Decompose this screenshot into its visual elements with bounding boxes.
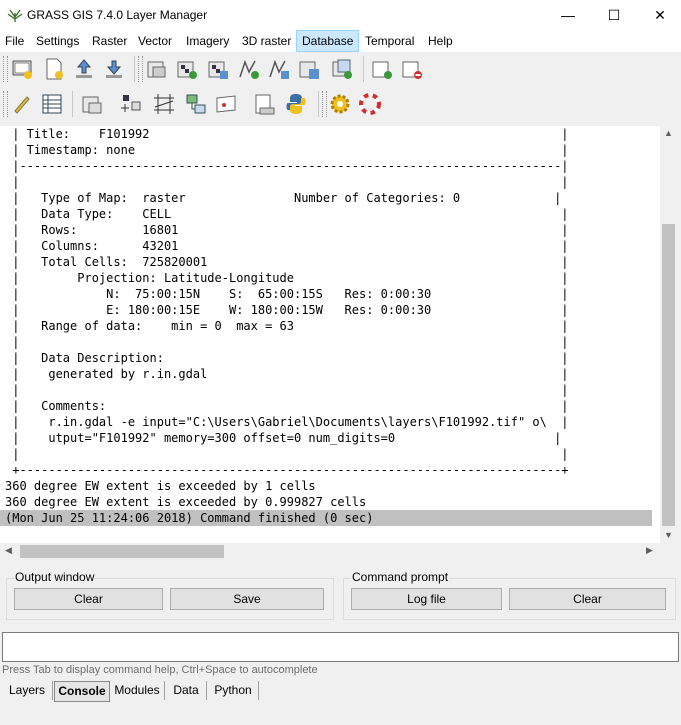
menu-temporal[interactable]: Temporal <box>360 30 419 52</box>
console-lines: | Title: F101992 | | Timestamp: none | |… <box>0 126 660 510</box>
load-map-icon[interactable] <box>70 55 98 83</box>
tab-modules[interactable]: Modules <box>110 681 165 700</box>
console-line: | E: 180:00:15E W: 180:00:15W Res: 0:00:… <box>5 303 569 317</box>
scroll-up-icon[interactable]: ▲ <box>664 128 673 138</box>
console-line: | Data Description: | <box>5 351 569 365</box>
log-file-button[interactable]: Log file <box>351 588 502 610</box>
menu-settings[interactable]: Settings <box>31 30 84 52</box>
console-line: | Total Cells: 725820001 | <box>5 255 569 269</box>
menu-file[interactable]: File <box>0 30 29 52</box>
map-display-icon[interactable] <box>78 90 106 118</box>
toolbar-separator <box>72 91 73 117</box>
title-bar: GRASS GIS 7.4.0 Layer Manager — ☐ ✕ <box>0 0 681 30</box>
vertical-scroll-thumb[interactable] <box>662 224 675 526</box>
console-line: 360 degree EW extent is exceeded by 0.99… <box>5 495 367 509</box>
tab-data[interactable]: Data <box>166 681 207 700</box>
add-rgb-icon[interactable] <box>204 55 232 83</box>
add-vector-icon[interactable] <box>235 55 263 83</box>
console-line: |---------------------------------------… <box>5 159 569 173</box>
menu-3d-raster[interactable]: 3D raster <box>237 30 296 52</box>
output-window-label: Output window <box>14 570 96 584</box>
tab-console[interactable]: Console <box>54 681 110 702</box>
new-workspace-icon[interactable] <box>9 55 37 83</box>
command-hint: Press Tab to display command help, Ctrl+… <box>2 664 318 676</box>
console-line: | r.in.gdal -e input="C:\Users\Gabriel\D… <box>5 415 569 429</box>
console-line: | | <box>5 175 569 189</box>
scroll-right-icon[interactable]: ▶ <box>646 545 653 556</box>
console-line: | Comments: | <box>5 399 569 413</box>
script-icon[interactable] <box>250 90 278 118</box>
add-group-icon[interactable] <box>368 55 396 83</box>
console-line: | | <box>5 447 569 461</box>
toolbar-layers <box>0 52 430 86</box>
toolbar-separator <box>318 91 319 117</box>
console-line: | | <box>5 335 569 349</box>
menu-imagery[interactable]: Imagery <box>181 30 234 52</box>
add-raster-icon[interactable] <box>143 55 171 83</box>
menu-help[interactable]: Help <box>423 30 458 52</box>
horizontal-scrollbar[interactable]: ◀ ▶ <box>0 543 660 560</box>
console-line: +---------------------------------------… <box>5 463 569 477</box>
minimize-button[interactable]: — <box>545 0 591 30</box>
remove-layer-icon[interactable] <box>398 55 426 83</box>
window-title: GRASS GIS 7.4.0 Layer Manager <box>27 8 208 22</box>
toolbar-separator <box>363 56 364 82</box>
modeler-icon[interactable] <box>182 90 210 118</box>
console-line: | Rows: 16801 | <box>5 223 569 237</box>
console-finished-line: (Mon Jun 25 11:24:06 2018) Command finis… <box>0 510 652 526</box>
add-multiple-raster-icon[interactable] <box>173 55 201 83</box>
console-line: | | <box>5 383 569 397</box>
scroll-down-icon[interactable]: ▼ <box>664 530 673 540</box>
menu-bar: File Settings Raster Vector Imagery 3D r… <box>0 30 681 52</box>
console-line: | Range of data: min = 0 max = 63 | <box>5 319 569 333</box>
console-line: | Columns: 43201 | <box>5 239 569 253</box>
help-icon[interactable] <box>356 90 384 118</box>
grass-logo-icon <box>7 9 23 22</box>
vertical-scrollbar[interactable]: ▲ ▼ <box>660 126 677 543</box>
menu-vector[interactable]: Vector <box>133 30 177 52</box>
scroll-left-icon[interactable]: ◀ <box>5 545 12 556</box>
console-line: | Data Type: CELL | <box>5 207 569 221</box>
horizontal-scroll-thumb[interactable] <box>20 545 224 558</box>
toolbar-grip[interactable] <box>3 56 8 82</box>
console-line: | generated by r.in.gdal | <box>5 367 569 381</box>
georectify-icon[interactable] <box>118 90 146 118</box>
map-composer-icon[interactable] <box>212 90 240 118</box>
output-clear-button[interactable]: Clear <box>14 588 163 610</box>
console-line: | Type of Map: raster Number of Categori… <box>5 191 562 205</box>
close-button[interactable]: ✕ <box>637 0 681 30</box>
attribute-table-icon[interactable] <box>38 90 66 118</box>
command-prompt-label: Command prompt <box>351 570 450 584</box>
toolbar-tools <box>0 87 386 121</box>
add-multiple-vector-icon[interactable] <box>265 55 293 83</box>
notebook-tabs: Layers Console Modules Data Python <box>0 681 681 702</box>
toolbar-separator <box>134 56 135 82</box>
console-line: 360 degree EW extent is exceeded by 1 ce… <box>5 479 316 493</box>
console-line: | utput="F101992" memory=300 offset=0 nu… <box>5 431 562 445</box>
command-clear-button[interactable]: Clear <box>509 588 666 610</box>
menu-raster[interactable]: Raster <box>87 30 132 52</box>
save-workspace-icon[interactable] <box>100 55 128 83</box>
add-misc-icon[interactable] <box>295 55 323 83</box>
python-icon[interactable] <box>282 90 310 118</box>
console-line: | Timestamp: none | <box>5 143 569 157</box>
tab-layers[interactable]: Layers <box>2 681 53 700</box>
open-workspace-icon[interactable] <box>40 55 68 83</box>
console-line: | Projection: Latitude-Longitude | <box>5 271 569 285</box>
settings-icon[interactable] <box>326 90 354 118</box>
edit-vector-icon[interactable] <box>8 90 36 118</box>
maximize-button[interactable]: ☐ <box>591 0 637 30</box>
gcp-icon[interactable] <box>150 90 178 118</box>
console-line: | N: 75:00:15N S: 65:00:15S Res: 0:00:30… <box>5 287 569 301</box>
output-save-button[interactable]: Save <box>170 588 324 610</box>
add-overlay-icon[interactable] <box>328 55 356 83</box>
command-input[interactable] <box>2 632 679 662</box>
menu-database[interactable]: Database <box>296 30 360 52</box>
tab-python[interactable]: Python <box>208 681 259 700</box>
console-line: | Title: F101992 | <box>5 127 569 141</box>
console-output[interactable]: | Title: F101992 | | Timestamp: none | |… <box>0 126 660 543</box>
